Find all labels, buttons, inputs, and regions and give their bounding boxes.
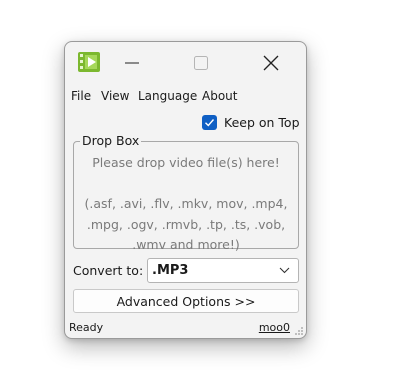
- minimize-button[interactable]: [109, 42, 155, 84]
- keep-on-top-checkbox[interactable]: [202, 114, 217, 130]
- menu-about[interactable]: About: [202, 89, 237, 103]
- menu-bar: File View Language About: [65, 87, 306, 107]
- drop-box-line: .wmv and more!): [132, 237, 240, 252]
- format-select[interactable]: .MP3: [147, 258, 299, 283]
- resize-grip-icon[interactable]: [294, 326, 304, 336]
- close-icon: [263, 55, 279, 71]
- drop-box-line: Please drop video file(s) here!: [92, 155, 280, 170]
- advanced-options-button[interactable]: Advanced Options >>: [73, 289, 299, 313]
- close-button[interactable]: [248, 42, 294, 84]
- drop-box[interactable]: Drop Box Please drop video file(s) here!…: [73, 133, 299, 252]
- convert-label: Convert to:: [73, 263, 144, 278]
- status-bar: Ready moo0: [65, 320, 306, 338]
- format-select-value: .MP3: [152, 263, 189, 278]
- drop-box-instructions: Please drop video file(s) here! (.asf, .…: [74, 153, 298, 256]
- convert-row: Convert to: .MP3: [73, 258, 299, 283]
- maximize-icon: [194, 56, 208, 70]
- keep-on-top-toggle[interactable]: Keep on Top: [202, 113, 300, 131]
- keep-on-top-label: Keep on Top: [224, 114, 300, 130]
- menu-view[interactable]: View: [101, 89, 129, 103]
- drop-box-title: Drop Box: [80, 133, 142, 148]
- drop-box-line: (.asf, .avi, .flv, .mkv, mov, .mp4,: [84, 196, 288, 211]
- checkmark-icon: [205, 118, 215, 127]
- app-window: File View Language About Keep on Top Dro…: [64, 41, 307, 339]
- moo0-link[interactable]: moo0: [259, 321, 290, 334]
- app-film-icon[interactable]: [76, 49, 102, 75]
- drop-box-line: .mpg, .ogv, .rmvb, .tp, .ts, .vob,: [86, 216, 286, 232]
- minimize-icon: [125, 62, 139, 64]
- status-text: Ready: [69, 321, 104, 334]
- maximize-button[interactable]: [178, 42, 224, 84]
- title-bar[interactable]: [65, 42, 306, 84]
- menu-file[interactable]: File: [71, 89, 91, 103]
- menu-language[interactable]: Language: [138, 89, 197, 103]
- drop-box-line: [74, 174, 298, 195]
- chevron-down-icon: [279, 267, 290, 274]
